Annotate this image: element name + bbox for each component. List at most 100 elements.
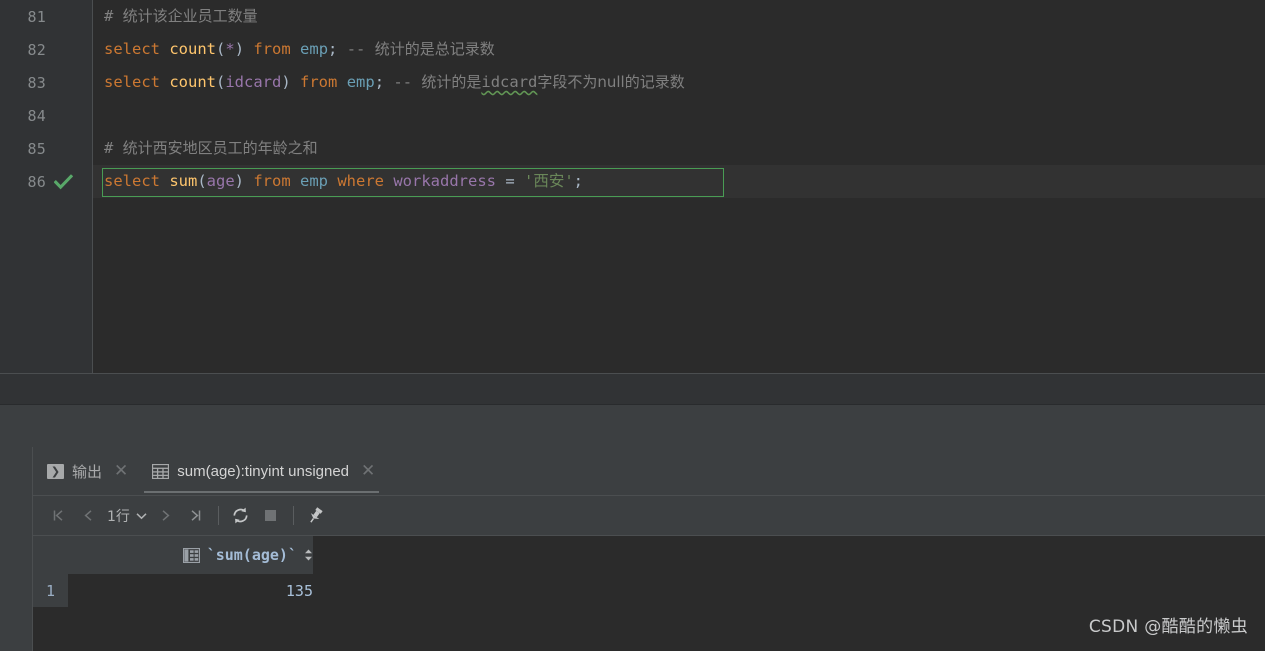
code-token: emp bbox=[346, 73, 375, 91]
code-token: 统计的是总记录数 bbox=[374, 40, 495, 58]
code-token: count bbox=[169, 40, 216, 58]
grid-corner-cell[interactable] bbox=[33, 536, 68, 574]
result-header-row: `sum(age)` bbox=[33, 536, 313, 574]
result-table: `sum(age)` 1 135 bbox=[33, 536, 313, 607]
line-number: 81 bbox=[27, 7, 46, 26]
code-token: ( bbox=[197, 172, 207, 190]
toolbar-separator-1 bbox=[217, 506, 219, 525]
line-number: 86 bbox=[27, 172, 46, 191]
console-icon: ❯ bbox=[47, 463, 64, 479]
results-tool-window: ❯ 输出 ✕ sum(age):tinyint unsigned ✕ 1行 `s… bbox=[0, 447, 1265, 651]
line-number: 83 bbox=[27, 73, 46, 92]
sort-indicator-icon[interactable] bbox=[304, 548, 313, 562]
code-token: '西安' bbox=[524, 172, 574, 190]
code-token: -- bbox=[393, 73, 422, 91]
panel-gap bbox=[0, 405, 1265, 447]
gutter-line[interactable]: 81 bbox=[0, 0, 93, 33]
tab-output-label: 输出 bbox=[72, 463, 103, 481]
stop-button[interactable] bbox=[256, 501, 286, 531]
code-token: emp bbox=[300, 40, 329, 58]
code-token: sum bbox=[169, 172, 198, 190]
row-count-selector[interactable]: 1行 bbox=[103, 501, 151, 531]
editor-bottom-strip bbox=[0, 373, 1265, 405]
tab-result-set-close-icon[interactable]: ✕ bbox=[361, 462, 375, 480]
toolbar-separator-2 bbox=[292, 506, 294, 525]
statement-success-check-icon[interactable] bbox=[53, 173, 74, 190]
code-token: idcard bbox=[481, 73, 538, 91]
table-row[interactable]: 1 135 bbox=[33, 574, 313, 607]
code-token: 统计的是 bbox=[421, 73, 482, 91]
code-token: * bbox=[225, 40, 235, 58]
code-line[interactable]: select count(idcard) from emp; -- 统计的是id… bbox=[93, 66, 1265, 99]
result-cell[interactable]: 135 bbox=[68, 574, 313, 607]
code-area[interactable]: # 统计该企业员工数量 select count(*) from emp; -- … bbox=[93, 0, 1265, 373]
code-line[interactable]: select count(*) from emp; -- 统计的是总记录数 bbox=[93, 33, 1265, 66]
line-number: 82 bbox=[27, 40, 46, 59]
gutter-line[interactable]: 85 bbox=[0, 132, 93, 165]
stop-icon bbox=[265, 510, 277, 521]
code-token: from bbox=[253, 172, 301, 190]
chevron-down-icon bbox=[136, 512, 147, 519]
code-token: ) bbox=[234, 40, 254, 58]
previous-page-button[interactable] bbox=[73, 501, 103, 531]
code-token: count bbox=[169, 73, 216, 91]
editor-gutter[interactable]: 81 82 83 84 85 86 bbox=[0, 0, 93, 373]
code-token: where bbox=[337, 172, 394, 190]
watermark: CSDN @酷酷的懒虫 bbox=[1088, 617, 1248, 637]
next-page-button[interactable] bbox=[151, 501, 181, 531]
result-grid-toolbar[interactable]: 1行 bbox=[33, 495, 1265, 535]
code-token: 统计该企业员工数量 bbox=[122, 7, 258, 25]
code-line[interactable] bbox=[93, 99, 1265, 132]
grid-icon bbox=[152, 463, 170, 479]
code-token: ) bbox=[281, 73, 301, 91]
results-tab-bar[interactable]: ❯ 输出 ✕ sum(age):tinyint unsigned ✕ bbox=[33, 447, 1265, 495]
code-token: idcard bbox=[225, 73, 282, 91]
gutter-line[interactable]: 83 bbox=[0, 66, 93, 99]
last-page-button[interactable] bbox=[181, 501, 211, 531]
code-token: from bbox=[300, 73, 347, 91]
gutter-line[interactable]: 82 bbox=[0, 33, 93, 66]
refresh-button[interactable] bbox=[226, 501, 256, 531]
line-number: 84 bbox=[27, 106, 46, 125]
tool-window-left-rail bbox=[0, 447, 33, 651]
row-count-label: 1行 bbox=[107, 508, 130, 525]
code-token: from bbox=[253, 40, 301, 58]
pin-button[interactable] bbox=[301, 501, 331, 531]
code-token: select bbox=[104, 172, 170, 190]
code-token: 字段不为null的记录数 bbox=[537, 73, 685, 91]
code-token: -- bbox=[346, 40, 375, 58]
code-token: = bbox=[496, 172, 524, 190]
tab-result-set-label: sum(age):tinyint unsigned bbox=[177, 462, 350, 480]
code-token: ) bbox=[234, 172, 254, 190]
sql-editor[interactable]: 81 82 83 84 85 86 # 统计该企业员工数量 select count(*) … bbox=[0, 0, 1265, 373]
code-token: ( bbox=[216, 73, 226, 91]
refresh-icon bbox=[233, 507, 248, 524]
code-token: ( bbox=[216, 40, 226, 58]
code-token: age bbox=[206, 172, 235, 190]
code-line[interactable]: # 统计该企业员工数量 bbox=[93, 0, 1265, 33]
gutter-line[interactable]: 84 bbox=[0, 99, 93, 132]
code-token: ; bbox=[573, 172, 584, 190]
line-number: 85 bbox=[27, 139, 46, 158]
code-token: select bbox=[104, 40, 170, 58]
code-token: select bbox=[104, 73, 170, 91]
result-grid[interactable]: `sum(age)` 1 135 bbox=[33, 535, 1265, 651]
row-index-cell[interactable]: 1 bbox=[33, 574, 68, 607]
tab-result-set[interactable]: sum(age):tinyint unsigned ✕ bbox=[138, 447, 385, 495]
pin-icon bbox=[310, 507, 324, 523]
ide-window: 81 82 83 84 85 86 # 统计该企业员工数量 select count(*) … bbox=[0, 0, 1265, 651]
code-token: 统计西安地区员工的年龄之和 bbox=[122, 139, 318, 157]
code-token: emp bbox=[300, 172, 338, 190]
column-header-sum-age[interactable]: `sum(age)` bbox=[68, 536, 313, 574]
column-icon bbox=[182, 547, 200, 563]
tab-output-close-icon[interactable]: ✕ bbox=[114, 462, 128, 480]
code-token: workaddress bbox=[393, 172, 496, 190]
first-page-button[interactable] bbox=[43, 501, 73, 531]
code-line-selected[interactable]: select sum(age) from emp where workaddre… bbox=[93, 165, 1265, 198]
code-token: ; bbox=[374, 73, 394, 91]
gutter-line[interactable]: 86 bbox=[0, 165, 93, 198]
code-line[interactable]: # 统计西安地区员工的年龄之和 bbox=[93, 132, 1265, 165]
code-token: # bbox=[104, 7, 123, 25]
tab-output[interactable]: ❯ 输出 ✕ bbox=[33, 447, 138, 495]
code-token: # bbox=[104, 139, 123, 157]
